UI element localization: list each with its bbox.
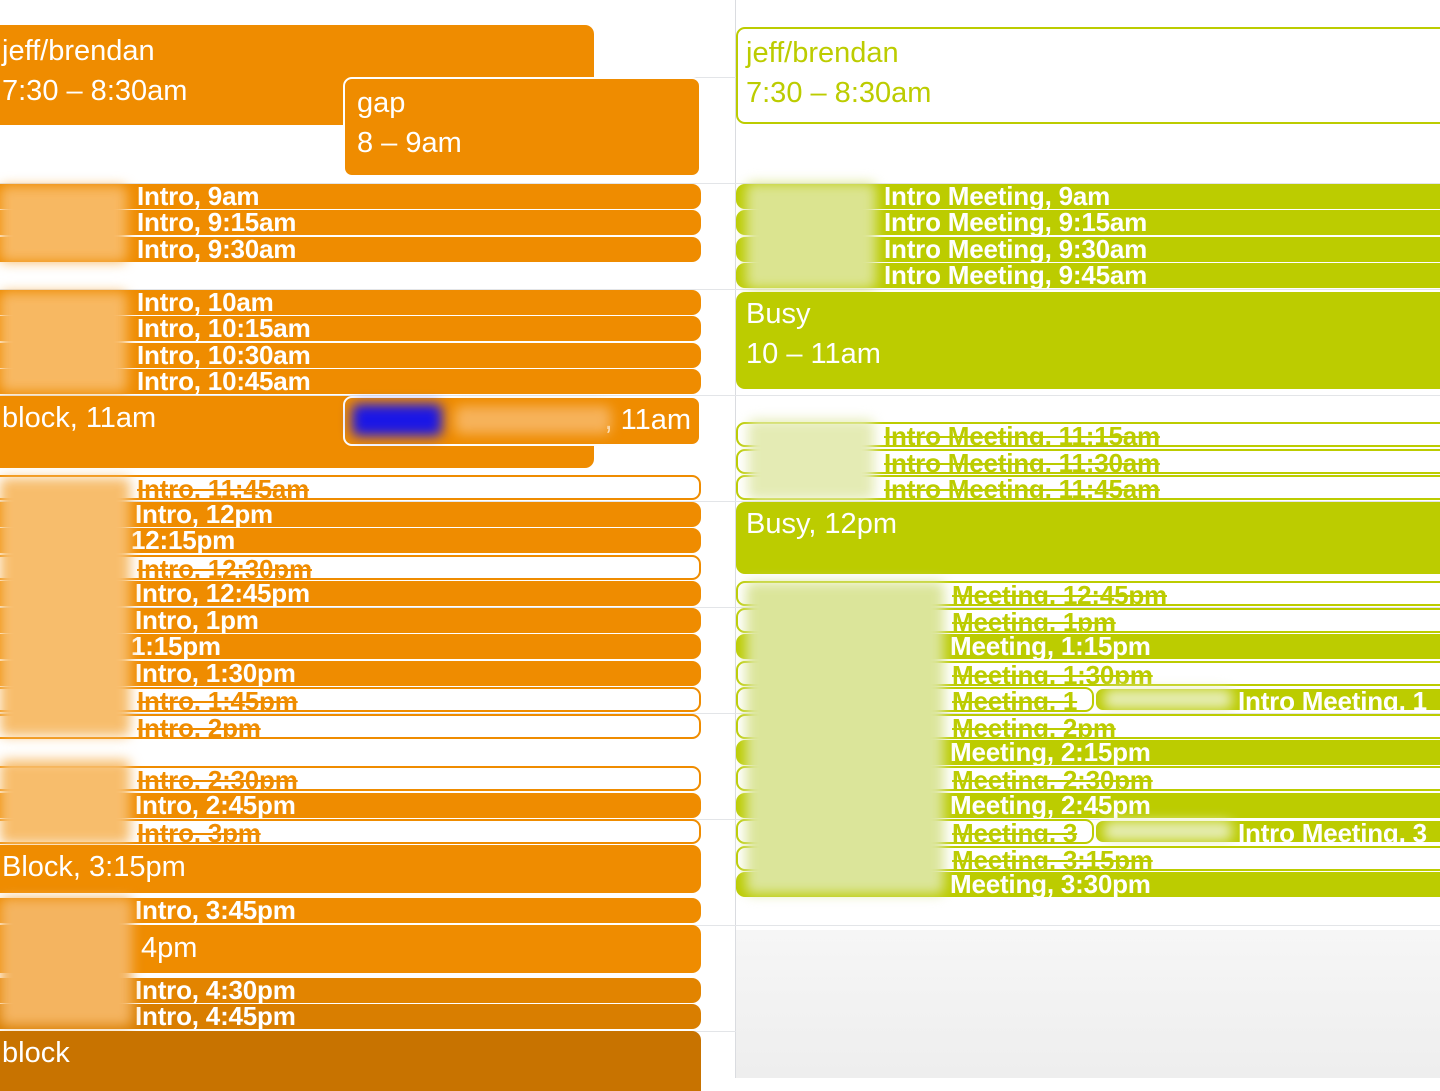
event-block-315pm[interactable]: Block, 3:15pm [0, 845, 701, 893]
redacted-name [1104, 689, 1232, 709]
redacted-name [0, 898, 132, 1026]
event-title: Busy [746, 298, 811, 330]
event-title: gap [357, 87, 406, 119]
redacted-name [0, 186, 127, 262]
calendar-day-column-left: jeff/brendan 7:30 – 8:30am gap 8 – 9am I… [0, 0, 735, 1091]
redacted-name [0, 760, 130, 844]
event-time: 8 – 9am [357, 127, 462, 159]
redacted-name [352, 404, 442, 436]
redacted-name [0, 478, 130, 736]
redacted-name [748, 420, 874, 500]
event-time: 10 – 11am [746, 338, 881, 370]
event-jeff-brendan[interactable]: jeff/brendan 7:30 – 8:30am [736, 27, 1440, 124]
event-time: 7:30 – 8:30am [746, 77, 932, 109]
event-time: 7:30 – 8:30am [2, 75, 188, 107]
event-title: jeff/brendan [746, 37, 899, 69]
redacted-name [1104, 821, 1232, 841]
event-block[interactable]: block [0, 1031, 701, 1091]
event-title: jeff/brendan [2, 35, 155, 67]
event-gap[interactable]: gap 8 – 9am [343, 77, 701, 177]
redacted-name [746, 183, 876, 289]
redacted-name [746, 582, 944, 894]
event-busy-10am[interactable]: Busy 10 – 11am [736, 292, 1440, 389]
event-busy-12pm[interactable]: Busy, 12pm [736, 502, 1440, 574]
redacted-name [0, 292, 127, 392]
redacted-name [455, 406, 611, 434]
calendar-day-column-right: jeff/brendan 7:30 – 8:30am Intro Meeting… [736, 0, 1440, 1078]
